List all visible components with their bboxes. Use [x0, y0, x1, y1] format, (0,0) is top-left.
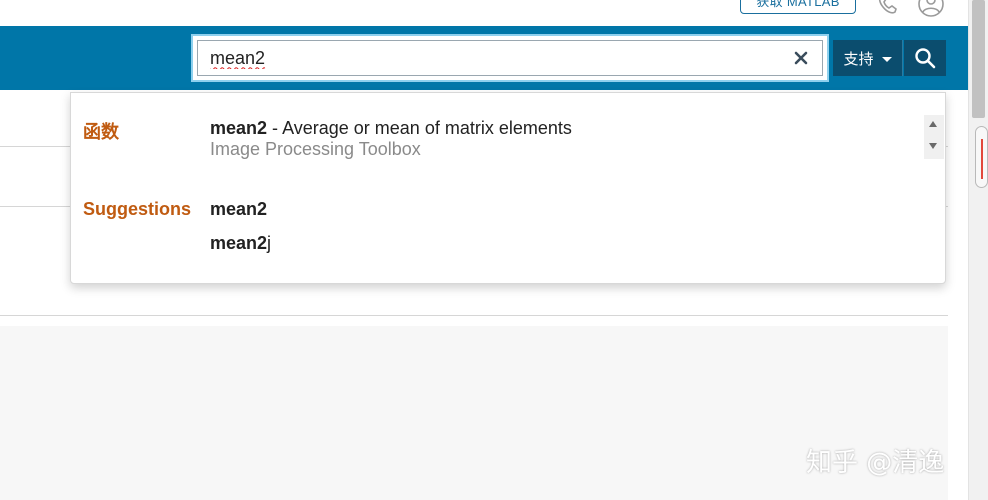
scroll-up-icon[interactable]: [929, 121, 937, 127]
search-button[interactable]: [904, 40, 946, 76]
function-name: mean2: [210, 118, 268, 138]
suggestion-match: mean2: [210, 233, 268, 253]
functions-section-label: 函数: [83, 122, 119, 142]
function-result-item[interactable]: mean2 - Average or mean of matrix elemen…: [210, 118, 572, 139]
suggestion-rest: j: [267, 233, 272, 253]
user-icon[interactable]: [917, 0, 945, 18]
search-icon: [915, 48, 936, 69]
clear-icon[interactable]: [789, 46, 813, 70]
suggestion-item[interactable]: mean2: [210, 199, 267, 220]
function-toolbox: Image Processing Toolbox: [210, 139, 421, 159]
scroll-marker-line: [981, 139, 983, 179]
get-matlab-button[interactable]: 获取 MATLAB: [740, 0, 856, 14]
page-scrollbar[interactable]: [968, 0, 988, 500]
watermark: 知乎 @清逸: [806, 448, 945, 478]
caret-down-icon: [881, 56, 892, 62]
function-description: Average or mean of matrix elements: [282, 118, 572, 138]
suggestion-match: mean2: [210, 199, 268, 219]
scroll-position-marker: [975, 126, 988, 188]
support-label: 支持: [843, 50, 874, 68]
search-input[interactable]: [197, 40, 823, 76]
search-box: [191, 34, 829, 82]
suggestion-item[interactable]: mean2j: [210, 233, 271, 254]
function-separator: -: [267, 118, 283, 138]
top-utility-bar: 获取 MATLAB: [0, 0, 968, 26]
phone-icon[interactable]: [874, 0, 902, 18]
support-dropdown-button[interactable]: 支持: [833, 40, 903, 76]
suggestions-section-label: Suggestions: [83, 199, 192, 219]
scroll-down-icon[interactable]: [929, 143, 937, 149]
scrollbar-thumb[interactable]: [972, 0, 985, 118]
divider: [0, 315, 948, 316]
search-suggestions-dropdown: 函数 mean2 - Average or mean of matrix ele…: [70, 92, 946, 284]
